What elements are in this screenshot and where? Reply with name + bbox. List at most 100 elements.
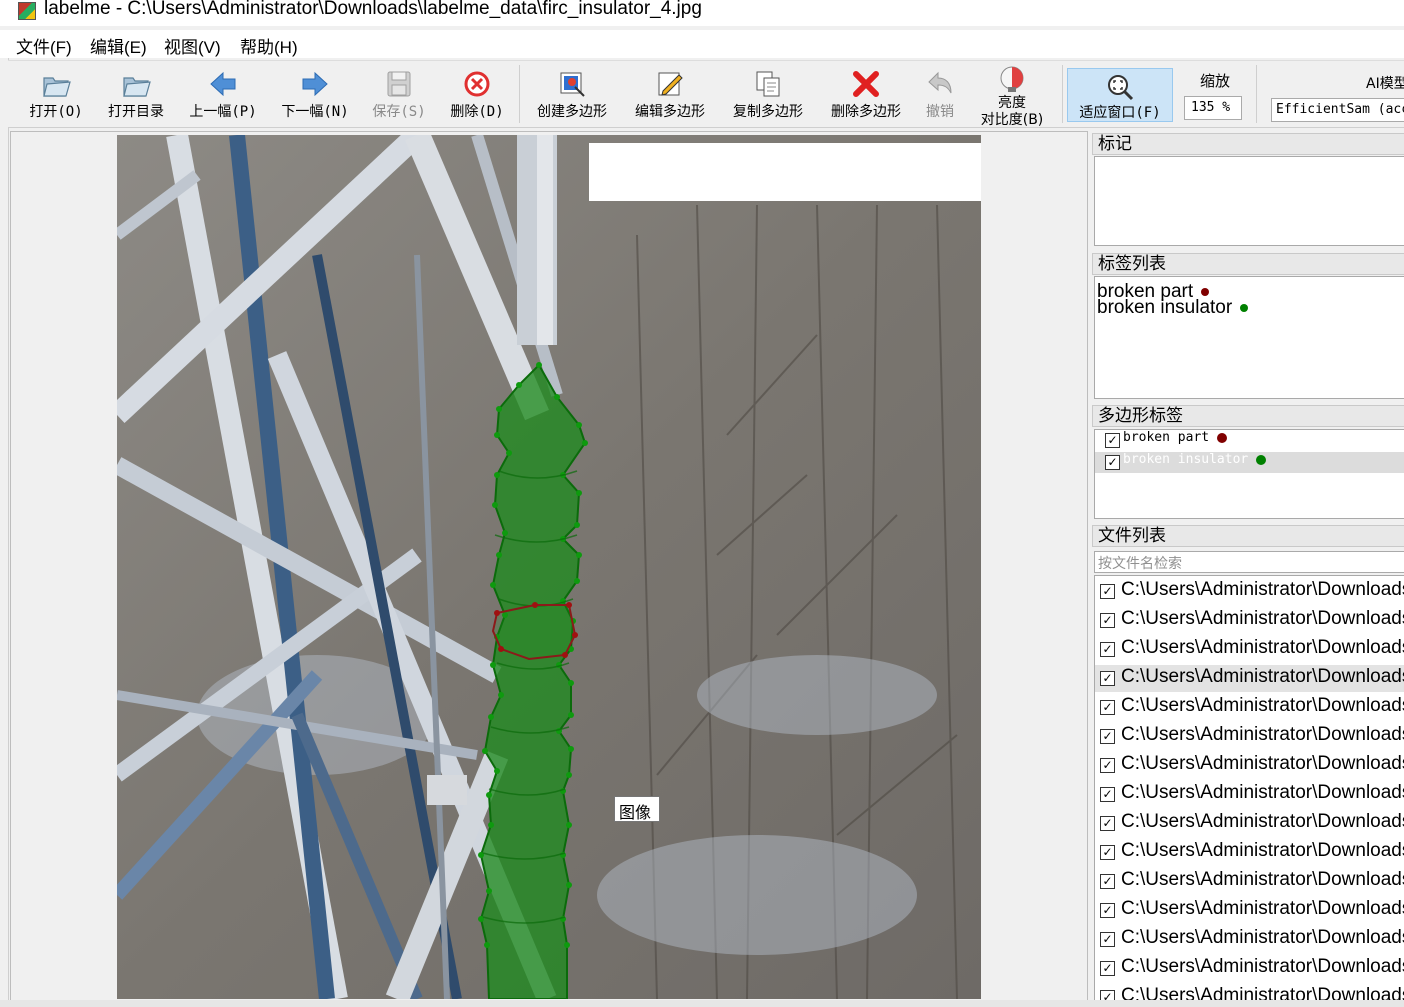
image-canvas[interactable]: 图像 — [10, 131, 1088, 1001]
zoom-fit-icon — [1108, 75, 1134, 101]
file-list[interactable]: ✓ C:\Users\Administrator\Downloads\labelm… — [1094, 575, 1404, 1003]
arrow-left-icon — [210, 71, 236, 97]
prev-image-button[interactable]: 上一幅(P) — [189, 61, 257, 127]
file-checkbox[interactable]: ✓ — [1100, 961, 1115, 976]
polygon-label-row[interactable]: ✓ broken part — [1095, 430, 1404, 451]
file-checkbox[interactable]: ✓ — [1100, 584, 1115, 599]
tower-photo — [117, 135, 981, 999]
file-path: C:\Users\Administrator\Downloads\labelme… — [1121, 927, 1404, 948]
create-polygon-icon — [560, 72, 585, 97]
open-dir-label: 打开目录 — [108, 104, 164, 120]
file-path: C:\Users\Administrator\Downloads\labelme… — [1121, 695, 1404, 716]
folder-open-icon — [123, 77, 151, 97]
file-checkbox[interactable]: ✓ — [1100, 700, 1115, 715]
delete-file-button[interactable]: 删除(D) — [450, 61, 504, 127]
file-list-item[interactable]: ✓ C:\Users\Administrator\Downloads\labelm… — [1095, 781, 1404, 808]
file-checkbox[interactable]: ✓ — [1100, 932, 1115, 947]
menu-help[interactable]: 帮助(H) — [240, 33, 298, 58]
brightness-contrast-button[interactable]: 亮度 对比度(B) — [980, 61, 1044, 128]
file-checkbox[interactable]: ✓ — [1100, 729, 1115, 744]
file-checkbox[interactable]: ✓ — [1100, 758, 1115, 773]
open-label: 打开(O) — [29, 104, 83, 120]
menu-bar: 文件(F) 编辑(E) 视图(V) 帮助(H) — [0, 30, 1404, 58]
left-edge — [0, 58, 9, 1007]
fit-window-button[interactable]: 适应窗口(F) — [1067, 68, 1173, 122]
file-search-input[interactable]: 按文件名检索 — [1094, 551, 1404, 573]
menu-edit[interactable]: 编辑(E) — [90, 33, 147, 58]
file-list-item[interactable]: ✓ C:\Users\Administrator\Downloads\labelm… — [1095, 897, 1404, 924]
label-list-dock-title: 标签列表 — [1092, 253, 1404, 275]
file-checkbox[interactable]: ✓ — [1100, 613, 1115, 628]
window-title: labelme - C:\Users\Administrator\Downloa… — [44, 0, 702, 19]
file-list-item[interactable]: ✓ C:\Users\Administrator\Downloads\labelm… — [1095, 607, 1404, 634]
create-polygon-button[interactable]: 创建多边形 — [534, 61, 610, 127]
polygon-labels-list[interactable]: ✓ broken part ✓ broken insulator — [1094, 429, 1404, 519]
zoom-label: 缩放 — [1200, 72, 1231, 90]
menu-view[interactable]: 视图(V) — [164, 33, 221, 58]
broken-part-polygon[interactable] — [491, 602, 578, 661]
save-button[interactable]: 保存(S) — [372, 61, 426, 127]
label-list-item[interactable]: broken insulator — [1097, 298, 1249, 317]
file-list-item[interactable]: ✓ C:\Users\Administrator\Downloads\labelm… — [1095, 723, 1404, 750]
file-path: C:\Users\Administrator\Downloads\labelme… — [1121, 840, 1404, 861]
file-checkbox[interactable]: ✓ — [1100, 874, 1115, 889]
edit-pencil-icon — [658, 72, 683, 96]
brightness-contrast-label: 亮度 对比度(B) — [980, 95, 1044, 128]
next-image-button[interactable]: 下一幅(N) — [281, 61, 349, 127]
polygon-visible-checkbox[interactable]: ✓ — [1105, 433, 1120, 448]
label-color-dot — [1240, 303, 1249, 312]
delete-polygon-button[interactable]: 删除多边形 — [828, 61, 904, 127]
file-checkbox[interactable]: ✓ — [1100, 845, 1115, 860]
file-checkbox[interactable]: ✓ — [1100, 787, 1115, 802]
file-list-item[interactable]: ✓ C:\Users\Administrator\Downloads\labelm… — [1095, 955, 1404, 982]
file-list-item[interactable]: ✓ C:\Users\Administrator\Downloads\labelm… — [1095, 665, 1404, 692]
open-dir-button[interactable]: 打开目录 — [106, 61, 166, 127]
flags-list[interactable] — [1094, 156, 1404, 246]
file-list-item[interactable]: ✓ C:\Users\Administrator\Downloads\labelm… — [1095, 636, 1404, 663]
labelme-app-icon — [18, 2, 36, 20]
flags-dock-title: 标记 — [1092, 133, 1404, 155]
file-checkbox[interactable]: ✓ — [1100, 816, 1115, 831]
ai-model-select[interactable]: EfficientSam (accuracy) — [1271, 98, 1404, 122]
edit-polygon-button[interactable]: 编辑多边形 — [632, 61, 708, 127]
file-path: C:\Users\Administrator\Downloads\labelme… — [1121, 666, 1404, 687]
arrow-right-icon — [302, 71, 328, 97]
delete-polygon-label: 删除多边形 — [831, 104, 901, 120]
folder-open-icon — [43, 77, 71, 97]
label-list[interactable]: broken part broken insulator — [1094, 276, 1404, 399]
zoom-spinbox[interactable]: 135 % — [1184, 96, 1242, 120]
file-list-item[interactable]: ✓ C:\Users\Administrator\Downloads\labelm… — [1095, 810, 1404, 837]
polygon-color-dot — [1256, 454, 1267, 465]
file-checkbox[interactable]: ✓ — [1100, 671, 1115, 686]
open-button[interactable]: 打开(O) — [28, 61, 84, 127]
file-path: C:\Users\Administrator\Downloads\labelme… — [1121, 782, 1404, 803]
horizontal-scrollbar[interactable] — [0, 1000, 1404, 1007]
file-list-item[interactable]: ✓ C:\Users\Administrator\Downloads\labelm… — [1095, 839, 1404, 866]
file-list-item[interactable]: ✓ C:\Users\Administrator\Downloads\labelm… — [1095, 694, 1404, 721]
copy-polygon-button[interactable]: 复制多边形 — [730, 61, 806, 127]
file-path: C:\Users\Administrator\Downloads\labelme… — [1121, 608, 1404, 629]
undo-label: 撤销 — [926, 104, 954, 120]
delete-circle-icon — [464, 71, 490, 97]
menu-file[interactable]: 文件(F) — [16, 33, 72, 58]
polygon-labels-dock-title: 多边形标签 — [1092, 405, 1404, 427]
undo-arrow-icon — [928, 71, 952, 94]
create-polygon-label: 创建多边形 — [537, 104, 607, 120]
copy-polygon-label: 复制多边形 — [733, 104, 803, 120]
file-path: C:\Users\Administrator\Downloads\labelme… — [1121, 724, 1404, 745]
file-path: C:\Users\Administrator\Downloads\labelme… — [1121, 637, 1404, 658]
file-list-item[interactable]: ✓ C:\Users\Administrator\Downloads\labelm… — [1095, 926, 1404, 953]
file-list-item[interactable]: ✓ C:\Users\Administrator\Downloads\labelm… — [1095, 752, 1404, 779]
polygon-visible-checkbox[interactable]: ✓ — [1105, 455, 1120, 470]
file-checkbox[interactable]: ✓ — [1100, 642, 1115, 657]
edit-polygon-label: 编辑多边形 — [635, 104, 705, 120]
polygon-label-row-selected[interactable]: ✓ broken insulator — [1095, 452, 1404, 473]
file-checkbox[interactable]: ✓ — [1100, 903, 1115, 918]
brightness-contrast-icon — [1000, 66, 1024, 92]
label-color-dot — [1201, 287, 1210, 296]
ai-model-label: AI模型 — [1366, 76, 1404, 92]
file-list-item[interactable]: ✓ C:\Users\Administrator\Downloads\labelm… — [1095, 868, 1404, 895]
polygon-color-dot — [1217, 432, 1228, 443]
file-list-item[interactable]: ✓ C:\Users\Administrator\Downloads\labelm… — [1095, 578, 1404, 605]
undo-button[interactable]: 撤销 — [920, 61, 960, 127]
